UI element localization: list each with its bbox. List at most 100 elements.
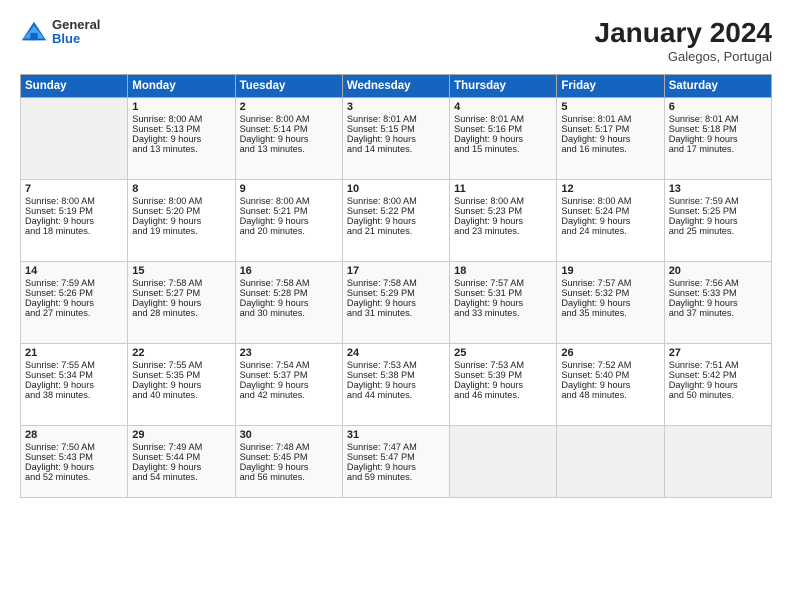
table-row: 27Sunrise: 7:51 AMSunset: 5:42 PMDayligh… [664, 343, 771, 425]
day-info: Sunrise: 8:01 AM [454, 114, 552, 124]
day-info: Sunrise: 8:00 AM [347, 196, 445, 206]
day-info: Sunrise: 8:01 AM [669, 114, 767, 124]
day-info: Daylight: 9 hours [132, 134, 230, 144]
day-info: Sunrise: 7:57 AM [561, 278, 659, 288]
day-info: Daylight: 9 hours [669, 380, 767, 390]
table-row: 2Sunrise: 8:00 AMSunset: 5:14 PMDaylight… [235, 97, 342, 179]
day-info: and 30 minutes. [240, 308, 338, 318]
table-row: 23Sunrise: 7:54 AMSunset: 5:37 PMDayligh… [235, 343, 342, 425]
day-info: Daylight: 9 hours [132, 380, 230, 390]
day-info: Sunrise: 8:00 AM [132, 196, 230, 206]
table-row: 17Sunrise: 7:58 AMSunset: 5:29 PMDayligh… [342, 261, 449, 343]
day-info: and 19 minutes. [132, 226, 230, 236]
day-info: Daylight: 9 hours [454, 380, 552, 390]
day-info: Sunset: 5:28 PM [240, 288, 338, 298]
table-row: 15Sunrise: 7:58 AMSunset: 5:27 PMDayligh… [128, 261, 235, 343]
day-number: 10 [347, 183, 445, 195]
day-info: Daylight: 9 hours [132, 216, 230, 226]
day-number: 22 [132, 347, 230, 359]
day-number: 29 [132, 429, 230, 441]
day-info: Sunset: 5:13 PM [132, 124, 230, 134]
col-friday: Friday [557, 74, 664, 97]
table-row: 5Sunrise: 8:01 AMSunset: 5:17 PMDaylight… [557, 97, 664, 179]
col-sunday: Sunday [21, 74, 128, 97]
day-info: Sunset: 5:29 PM [347, 288, 445, 298]
day-number: 4 [454, 101, 552, 113]
day-info: and 35 minutes. [561, 308, 659, 318]
day-info: Sunset: 5:15 PM [347, 124, 445, 134]
logo-icon [20, 18, 48, 46]
day-info: Sunset: 5:44 PM [132, 452, 230, 462]
day-number: 13 [669, 183, 767, 195]
day-info: Sunrise: 7:55 AM [25, 360, 123, 370]
day-info: and 14 minutes. [347, 144, 445, 154]
day-info: Sunrise: 7:50 AM [25, 442, 123, 452]
day-info: Daylight: 9 hours [240, 134, 338, 144]
calendar-header-row: Sunday Monday Tuesday Wednesday Thursday… [21, 74, 772, 97]
day-info: Daylight: 9 hours [561, 298, 659, 308]
day-info: Sunrise: 7:58 AM [132, 278, 230, 288]
day-info: and 59 minutes. [347, 472, 445, 482]
day-info: Sunrise: 7:53 AM [454, 360, 552, 370]
logo-blue: Blue [52, 32, 100, 46]
day-info: Sunset: 5:26 PM [25, 288, 123, 298]
day-number: 12 [561, 183, 659, 195]
table-row: 18Sunrise: 7:57 AMSunset: 5:31 PMDayligh… [450, 261, 557, 343]
day-info: Daylight: 9 hours [132, 462, 230, 472]
day-number: 17 [347, 265, 445, 277]
day-info: Daylight: 9 hours [347, 134, 445, 144]
table-row: 3Sunrise: 8:01 AMSunset: 5:15 PMDaylight… [342, 97, 449, 179]
day-info: Sunset: 5:39 PM [454, 370, 552, 380]
table-row [450, 425, 557, 497]
table-row: 14Sunrise: 7:59 AMSunset: 5:26 PMDayligh… [21, 261, 128, 343]
day-info: Sunset: 5:32 PM [561, 288, 659, 298]
day-number: 1 [132, 101, 230, 113]
day-info: Daylight: 9 hours [347, 216, 445, 226]
day-info: and 54 minutes. [132, 472, 230, 482]
day-number: 19 [561, 265, 659, 277]
day-info: and 38 minutes. [25, 390, 123, 400]
day-info: Daylight: 9 hours [240, 380, 338, 390]
day-number: 14 [25, 265, 123, 277]
day-info: Sunrise: 7:55 AM [132, 360, 230, 370]
day-info: Daylight: 9 hours [240, 462, 338, 472]
day-info: Sunrise: 7:57 AM [454, 278, 552, 288]
day-info: Sunset: 5:23 PM [454, 206, 552, 216]
day-number: 5 [561, 101, 659, 113]
col-tuesday: Tuesday [235, 74, 342, 97]
day-info: Sunset: 5:25 PM [669, 206, 767, 216]
day-info: Sunset: 5:31 PM [454, 288, 552, 298]
table-row: 31Sunrise: 7:47 AMSunset: 5:47 PMDayligh… [342, 425, 449, 497]
day-info: Sunrise: 7:58 AM [347, 278, 445, 288]
day-info: Daylight: 9 hours [240, 216, 338, 226]
table-row: 9Sunrise: 8:00 AMSunset: 5:21 PMDaylight… [235, 179, 342, 261]
col-saturday: Saturday [664, 74, 771, 97]
day-info: and 20 minutes. [240, 226, 338, 236]
day-number: 15 [132, 265, 230, 277]
day-info: Sunrise: 7:58 AM [240, 278, 338, 288]
day-info: and 50 minutes. [669, 390, 767, 400]
table-row: 11Sunrise: 8:00 AMSunset: 5:23 PMDayligh… [450, 179, 557, 261]
day-info: and 33 minutes. [454, 308, 552, 318]
table-row: 1Sunrise: 8:00 AMSunset: 5:13 PMDaylight… [128, 97, 235, 179]
day-number: 24 [347, 347, 445, 359]
day-info: Daylight: 9 hours [132, 298, 230, 308]
day-info: and 42 minutes. [240, 390, 338, 400]
day-info: Sunset: 5:43 PM [25, 452, 123, 462]
day-number: 30 [240, 429, 338, 441]
day-info: and 40 minutes. [132, 390, 230, 400]
table-row: 4Sunrise: 8:01 AMSunset: 5:16 PMDaylight… [450, 97, 557, 179]
day-info: Sunset: 5:14 PM [240, 124, 338, 134]
day-number: 21 [25, 347, 123, 359]
day-info: Sunset: 5:40 PM [561, 370, 659, 380]
day-info: Sunrise: 7:54 AM [240, 360, 338, 370]
table-row: 26Sunrise: 7:52 AMSunset: 5:40 PMDayligh… [557, 343, 664, 425]
day-number: 20 [669, 265, 767, 277]
day-info: Sunrise: 8:00 AM [561, 196, 659, 206]
day-number: 26 [561, 347, 659, 359]
day-info: and 46 minutes. [454, 390, 552, 400]
day-number: 9 [240, 183, 338, 195]
table-row: 20Sunrise: 7:56 AMSunset: 5:33 PMDayligh… [664, 261, 771, 343]
day-info: Daylight: 9 hours [561, 216, 659, 226]
day-info: and 13 minutes. [132, 144, 230, 154]
